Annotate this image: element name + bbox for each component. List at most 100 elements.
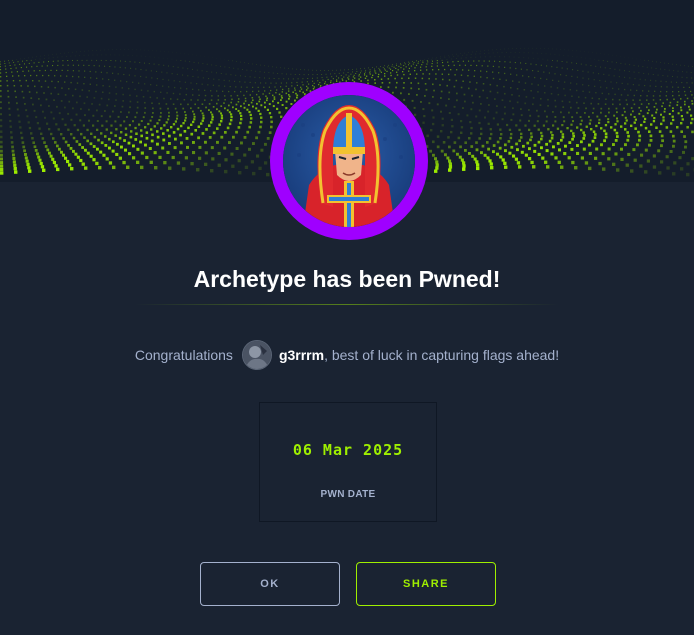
share-button[interactable]: SHARE bbox=[356, 562, 496, 606]
banner-dot bbox=[212, 84, 214, 86]
banner-dot bbox=[504, 149, 507, 153]
banner-dot bbox=[379, 69, 381, 71]
banner-dot bbox=[530, 63, 532, 65]
banner-dot bbox=[684, 100, 686, 103]
banner-dot bbox=[9, 125, 12, 128]
banner-dot bbox=[272, 94, 274, 97]
banner-dot bbox=[548, 139, 552, 143]
banner-dot bbox=[201, 70, 203, 72]
banner-dot bbox=[644, 117, 647, 120]
banner-dot bbox=[378, 67, 380, 69]
banner-dot bbox=[124, 148, 127, 152]
banner-dot bbox=[488, 137, 492, 140]
banner-dot bbox=[392, 70, 394, 72]
banner-dot bbox=[145, 69, 147, 71]
banner-dot bbox=[609, 68, 611, 69]
banner-dot bbox=[600, 66, 601, 68]
banner-dot bbox=[632, 84, 634, 86]
banner-dot bbox=[145, 136, 149, 140]
banner-dot bbox=[12, 75, 14, 77]
banner-dot bbox=[524, 153, 528, 157]
ok-button[interactable]: OK bbox=[200, 562, 340, 606]
banner-dot bbox=[132, 120, 134, 123]
banner-dot bbox=[22, 60, 23, 62]
banner-dot bbox=[239, 121, 242, 125]
banner-dot bbox=[404, 62, 405, 64]
banner-dot bbox=[396, 71, 398, 73]
banner-dot bbox=[210, 90, 212, 92]
banner-dot bbox=[539, 104, 542, 106]
banner-dot bbox=[270, 89, 272, 92]
banner-dot bbox=[224, 169, 228, 174]
banner-dot bbox=[159, 115, 162, 118]
banner-dot bbox=[162, 138, 166, 142]
banner-dot bbox=[495, 111, 498, 114]
banner-dot bbox=[552, 79, 554, 81]
banner-dot bbox=[509, 100, 511, 103]
banner-dot bbox=[224, 131, 227, 134]
banner-dot bbox=[258, 166, 262, 170]
banner-dot bbox=[158, 155, 162, 159]
banner-dot bbox=[52, 60, 54, 62]
banner-dot bbox=[440, 110, 442, 113]
user-avatar[interactable] bbox=[241, 340, 272, 370]
banner-dot bbox=[14, 170, 18, 174]
banner-dot bbox=[596, 115, 599, 118]
banner-dot bbox=[0, 124, 3, 128]
banner-dot bbox=[220, 73, 222, 74]
banner-dot bbox=[483, 60, 485, 62]
banner-dot bbox=[572, 132, 575, 135]
username-link[interactable]: g3rrrm bbox=[279, 347, 324, 363]
banner-dot bbox=[228, 141, 231, 144]
banner-dot bbox=[681, 118, 684, 121]
banner-dot bbox=[184, 119, 187, 122]
banner-dot bbox=[661, 139, 664, 143]
banner-dot bbox=[563, 152, 567, 156]
banner-dot bbox=[639, 78, 641, 80]
banner-dot bbox=[445, 104, 448, 107]
banner-dot bbox=[17, 114, 20, 117]
banner-dot bbox=[105, 157, 109, 161]
banner-dot bbox=[432, 96, 434, 98]
banner-dot bbox=[681, 82, 683, 84]
banner-dot bbox=[560, 111, 562, 114]
banner-dot bbox=[684, 103, 686, 106]
banner-dot bbox=[556, 87, 559, 89]
banner-dot bbox=[109, 66, 111, 68]
banner-dot bbox=[390, 74, 392, 77]
banner-dot bbox=[0, 140, 3, 144]
banner-dot bbox=[93, 135, 97, 139]
banner-dot bbox=[516, 148, 519, 152]
banner-dot bbox=[0, 80, 2, 82]
banner-dot bbox=[441, 117, 444, 120]
banner-dot bbox=[676, 101, 679, 103]
banner-dot bbox=[64, 106, 66, 109]
banner-dot bbox=[52, 137, 55, 140]
banner-dot bbox=[666, 166, 670, 170]
banner-dot bbox=[666, 91, 668, 93]
banner-dot bbox=[193, 118, 196, 121]
banner-dot bbox=[190, 99, 192, 101]
banner-dot bbox=[243, 136, 247, 139]
banner-dot bbox=[266, 99, 268, 102]
banner-dot bbox=[620, 62, 622, 64]
banner-dot bbox=[388, 67, 390, 69]
banner-dot bbox=[264, 106, 266, 109]
banner-dot bbox=[182, 67, 184, 69]
banner-dot bbox=[392, 64, 393, 66]
banner-dot bbox=[168, 134, 171, 138]
banner-dot bbox=[499, 155, 503, 159]
banner-dot bbox=[480, 132, 483, 136]
banner-dot bbox=[89, 154, 93, 158]
banner-dot bbox=[531, 83, 533, 85]
banner-dot bbox=[646, 95, 648, 97]
banner-dot bbox=[224, 66, 226, 68]
banner-dot bbox=[249, 94, 251, 96]
banner-dot bbox=[648, 73, 649, 75]
banner-dot bbox=[260, 82, 262, 84]
banner-dot bbox=[280, 67, 281, 69]
banner-dot bbox=[643, 72, 645, 74]
banner-dot bbox=[193, 115, 196, 118]
banner-dot bbox=[570, 82, 572, 84]
banner-dot bbox=[568, 111, 570, 114]
